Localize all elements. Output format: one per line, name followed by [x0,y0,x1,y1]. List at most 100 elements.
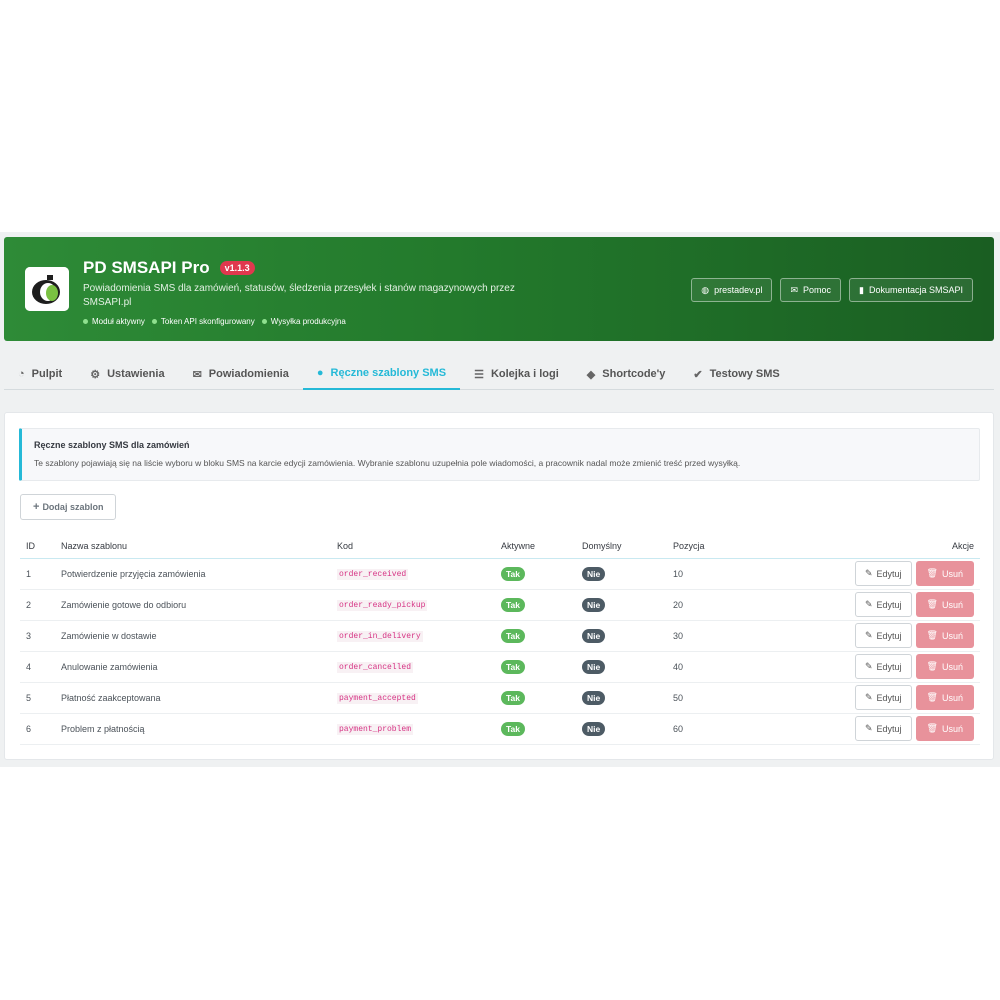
cell-actions: ✎ Edytuj 🗑 Usuń [757,589,980,621]
cell-id: 5 [20,682,55,714]
tab-pulpit[interactable]: ◔ Pulpit [4,358,76,390]
pencil-icon: ✎ [864,692,873,702]
cell-code: order_received [331,558,495,590]
table-row: 4 Anulowanie zamówienia order_cancelled Tak… [20,651,980,683]
info-text: Te szablony pojawiają się na liście wybo… [34,458,741,468]
default-badge: Nie [582,721,606,736]
cell-name: Zamówienie w dostawie [55,620,331,652]
tab-powiadomienia[interactable]: ✉ Powiadomienia [179,358,303,390]
active-badge: Tak [501,721,526,736]
template-code: payment_accepted [337,693,418,704]
templates-panel: Ręczne szablony SMS dla zamówień Te szab… [4,412,994,760]
info-title: Ręczne szablony SMS dla zamówień [34,440,190,450]
edit-button[interactable]: ✎ Edytuj [854,716,912,741]
cell-actions: ✎ Edytuj 🗑 Usuń [757,558,980,590]
table-row: 6 Problem z płatnością payment_problem Tak N… [20,713,980,745]
tab-bar: ◔ Pulpit ⚙ Ustawienia ✉ Powiadomienia ● Ręcz… [4,358,994,390]
cell-default: Nie [576,620,667,652]
cell-actions: ✎ Edytuj 🗑 Usuń [757,682,980,714]
tab-reczne-szablony[interactable]: ● Ręczne szablony SMS [302,358,461,390]
status-dot-icon [83,319,88,324]
column-header-id: ID [20,534,55,559]
template-code: order_ready_pickup [337,600,428,611]
list-icon: ☰ [474,368,484,381]
pencil-icon: ✎ [864,661,873,671]
cell-name: Anulowanie zamówienia [55,651,331,683]
globe-icon: ◍ [701,284,710,295]
prestadev-link-button[interactable]: ◍ prestadev.pl [691,278,773,302]
cell-id: 4 [20,651,55,683]
tab-shortcodes[interactable]: ◆ Shortcode'y [573,358,680,390]
active-badge: Tak [501,597,526,612]
delete-button[interactable]: 🗑 Usuń [915,654,974,679]
tab-ustawienia[interactable]: ⚙ Ustawienia [76,358,178,390]
delete-button[interactable]: 🗑 Usuń [915,592,974,617]
delete-button[interactable]: 🗑 Usuń [915,716,974,741]
tab-testowy-sms[interactable]: ✔ Testowy SMS [679,358,793,390]
cell-code: order_ready_pickup [331,589,495,621]
edit-button[interactable]: ✎ Edytuj [854,654,912,679]
apple-logo-icon [25,267,69,311]
cell-active: Tak [495,682,576,714]
delete-button[interactable]: 🗑 Usuń [915,685,974,710]
table-row: 5 Płatność zaakceptowana payment_accepted T… [20,682,980,714]
table-row: 3 Zamówienie w dostawie order_in_delivery T… [20,620,980,652]
version-badge: v1.1.3 [219,261,255,275]
edit-button[interactable]: ✎ Edytuj [854,561,912,586]
template-code: order_cancelled [337,662,414,673]
cell-id: 3 [20,620,55,652]
cell-id: 2 [20,589,55,621]
module-header: PD SMSAPI Pro v1.1.3 Powiadomienia SMS d… [4,237,994,341]
trash-icon: 🗑 [926,568,938,578]
module-frame: PD SMSAPI Pro v1.1.3 Powiadomienia SMS d… [0,232,1000,767]
active-badge: Tak [501,628,526,643]
delete-button[interactable]: 🗑 Usuń [915,561,974,586]
default-badge: Nie [582,628,606,643]
tab-kolejka-logi[interactable]: ☰ Kolejka i logi [460,358,573,390]
column-header-default: Domyślny [576,534,667,559]
cell-name: Potwierdzenie przyjęcia zamówienia [55,558,331,590]
docs-button[interactable]: ▮ Dokumentacja SMSAPI [849,278,973,302]
help-button[interactable]: ✉ Pomoc [780,278,841,302]
templates-table: ID Nazwa szablonu Kod Aktywne Domyślny P… [20,534,980,745]
add-template-button[interactable]: + Dodaj szablon [20,494,117,520]
cell-default: Nie [576,558,667,590]
delete-button[interactable]: 🗑 Usuń [915,623,974,648]
cell-code: payment_problem [331,713,495,745]
trash-icon: 🗑 [926,723,938,733]
module-logo [25,267,69,311]
edit-button[interactable]: ✎ Edytuj [854,623,912,648]
info-box: Ręczne szablony SMS dla zamówień Te szab… [19,428,980,481]
cell-position: 20 [667,589,757,621]
cell-active: Tak [495,620,576,652]
cell-position: 30 [667,620,757,652]
default-badge: Nie [582,659,606,674]
cell-active: Tak [495,558,576,590]
module-title: PD SMSAPI Pro [83,258,210,277]
pencil-icon: ✎ [864,568,873,578]
cell-id: 6 [20,713,55,745]
cell-default: Nie [576,589,667,621]
cell-default: Nie [576,713,667,745]
envelope-icon: ✉ [192,368,202,381]
column-header-active: Aktywne [495,534,576,559]
active-badge: Tak [501,566,526,581]
edit-button[interactable]: ✎ Edytuj [854,685,912,710]
template-code: order_in_delivery [337,631,423,642]
template-code: payment_problem [337,724,414,735]
cell-active: Tak [495,651,576,683]
cell-code: payment_accepted [331,682,495,714]
pencil-icon: ✎ [864,630,873,640]
cell-id: 1 [20,558,55,590]
cell-code: order_cancelled [331,651,495,683]
cell-position: 40 [667,651,757,683]
edit-button[interactable]: ✎ Edytuj [854,592,912,617]
cogs-icon: ⚙ [90,368,101,381]
active-badge: Tak [501,690,526,705]
cell-actions: ✎ Edytuj 🗑 Usuń [757,713,980,745]
default-badge: Nie [582,566,606,581]
cell-default: Nie [576,651,667,683]
cell-code: order_in_delivery [331,620,495,652]
cell-position: 60 [667,713,757,745]
cell-position: 50 [667,682,757,714]
